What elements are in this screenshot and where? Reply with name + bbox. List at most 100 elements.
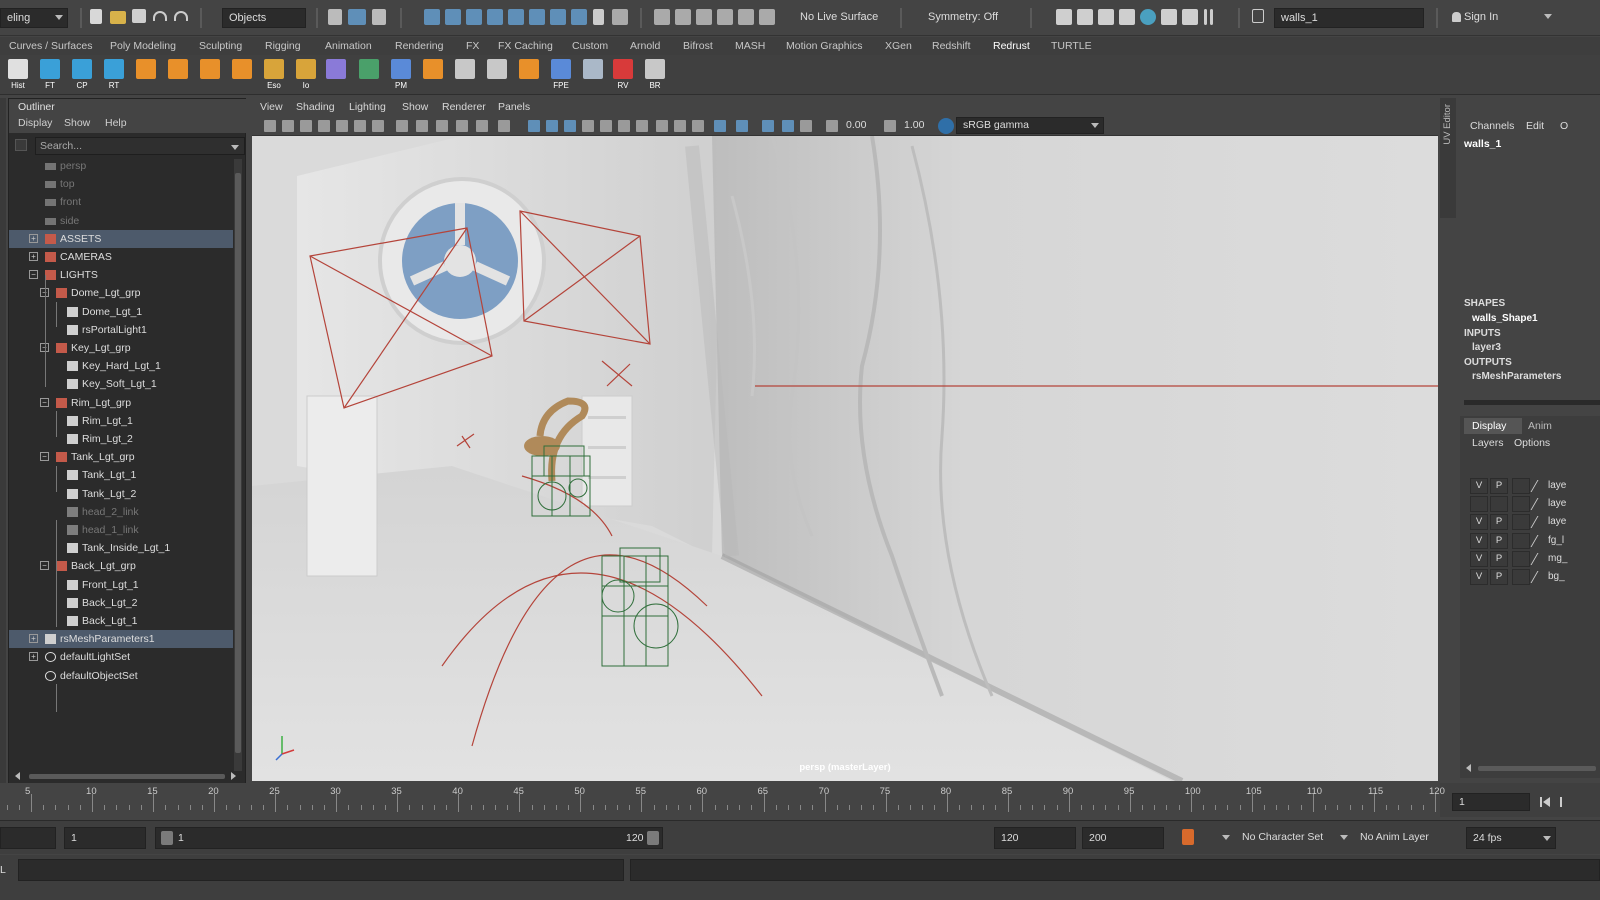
range-start-handle[interactable] bbox=[161, 831, 173, 845]
snap-edge-icon[interactable] bbox=[550, 9, 566, 25]
outliner-item[interactable]: Back_Lgt_2 bbox=[9, 594, 233, 612]
undo-icon[interactable] bbox=[153, 11, 167, 21]
layer-color-swatch[interactable] bbox=[1512, 514, 1530, 531]
render-settings-icon[interactable] bbox=[1056, 9, 1072, 25]
viewport-tool-icon[interactable] bbox=[264, 120, 276, 132]
viewport-tool-icon[interactable] bbox=[800, 120, 812, 132]
viewport-3d[interactable]: persp (masterLayer) bbox=[252, 136, 1438, 781]
outliner-item[interactable]: Key_Hard_Lgt_1 bbox=[9, 357, 233, 375]
render-setup-icon[interactable] bbox=[1161, 9, 1177, 25]
shelf-tab-custom[interactable]: Custom bbox=[572, 40, 608, 52]
collapse-icon[interactable]: − bbox=[40, 397, 49, 407]
outliner-menu-show[interactable]: Show bbox=[64, 117, 90, 129]
layer-visibility-toggle[interactable]: V bbox=[1470, 514, 1488, 531]
uv-editor-tab[interactable]: UV Editor bbox=[1440, 98, 1456, 218]
outliner-item[interactable]: + CAMERAS bbox=[9, 248, 233, 266]
shelf-button-rv[interactable]: RV bbox=[610, 57, 636, 91]
scroll-left-icon[interactable] bbox=[15, 772, 20, 780]
expand-icon[interactable]: + bbox=[29, 233, 38, 243]
viewport-tool-icon[interactable] bbox=[354, 120, 366, 132]
shelf-tab-animation[interactable]: Animation bbox=[325, 40, 372, 52]
viewport-tool-icon[interactable] bbox=[436, 120, 448, 132]
layer-color-swatch[interactable] bbox=[1512, 478, 1530, 494]
viewport-tool-icon[interactable] bbox=[372, 120, 384, 132]
layer-playback-toggle[interactable]: P bbox=[1490, 478, 1508, 494]
scrollbar-thumb[interactable] bbox=[1478, 766, 1596, 771]
layer-row[interactable]: V Pbg_ bbox=[1466, 569, 1600, 585]
construction-history-icon[interactable] bbox=[696, 9, 712, 25]
expand-icon[interactable]: + bbox=[29, 634, 38, 644]
scroll-right-icon[interactable] bbox=[231, 772, 236, 780]
layer-playback-toggle[interactable] bbox=[1490, 496, 1508, 513]
go-to-start-icon[interactable] bbox=[1540, 797, 1542, 807]
outliner-item[interactable]: Key_Soft_Lgt_1 bbox=[9, 375, 233, 393]
snap-point-icon[interactable] bbox=[466, 9, 482, 25]
outliner-item[interactable]: head_1_link bbox=[9, 521, 233, 539]
outliner-item[interactable]: − Rim_Lgt_grp bbox=[9, 394, 233, 412]
viewport-tool-icon[interactable] bbox=[528, 120, 540, 132]
select-object-icon[interactable] bbox=[348, 9, 366, 25]
outliner-item[interactable]: rsPortalLight1 bbox=[9, 321, 233, 339]
shelf-tab-xgen[interactable]: XGen bbox=[885, 40, 912, 52]
shelf-tab-bifrost[interactable]: Bifrost bbox=[683, 40, 713, 52]
panel-splitter[interactable] bbox=[1464, 400, 1600, 405]
layer-menu-layers[interactable]: Layers bbox=[1472, 437, 1504, 449]
input-ops-icon[interactable] bbox=[654, 9, 670, 25]
select-component-icon[interactable] bbox=[372, 9, 386, 25]
color-management-icon[interactable] bbox=[938, 118, 954, 134]
shelf-tab-poly-modeling[interactable]: Poly Modeling bbox=[110, 40, 176, 52]
symmetry-dropdown[interactable]: Symmetry: Off bbox=[922, 8, 1012, 28]
collapse-icon[interactable]: − bbox=[40, 452, 49, 462]
redo-icon[interactable] bbox=[174, 11, 188, 21]
outliner-item[interactable]: − Back_Lgt_grp bbox=[9, 557, 233, 575]
render-current-frame-icon[interactable] bbox=[1077, 9, 1093, 25]
outliner-item[interactable]: head_2_link bbox=[9, 503, 233, 521]
name-field[interactable]: walls_1 bbox=[1274, 8, 1424, 28]
color-space-dropdown[interactable]: sRGB gamma bbox=[956, 117, 1104, 134]
new-scene-icon[interactable] bbox=[90, 9, 102, 24]
outliner-vertical-scrollbar[interactable] bbox=[234, 159, 242, 771]
layer-visibility-toggle[interactable]: V bbox=[1470, 532, 1488, 549]
snap-view-plane-icon[interactable] bbox=[508, 9, 524, 25]
outliner-item[interactable]: defaultObjectSet bbox=[9, 667, 233, 685]
outliner-horizontal-scrollbar[interactable] bbox=[13, 771, 239, 781]
channel-menu-channels[interactable]: Channels bbox=[1470, 120, 1514, 132]
layer-row[interactable]: V Playe bbox=[1466, 514, 1600, 531]
outliner-item[interactable]: persp bbox=[9, 157, 233, 175]
input-node[interactable]: layer3 bbox=[1472, 342, 1501, 353]
viewport-tool-icon[interactable] bbox=[600, 120, 612, 132]
outliner-filter-icon[interactable] bbox=[15, 139, 27, 151]
select-hierarchy-icon[interactable] bbox=[328, 9, 342, 25]
selection-mask-dropdown[interactable]: Objects bbox=[222, 8, 306, 28]
exposure-field[interactable]: 0.00 bbox=[846, 119, 866, 131]
command-input[interactable] bbox=[18, 859, 624, 881]
shelf-tab-sculpting[interactable]: Sculpting bbox=[199, 40, 242, 52]
layer-color-swatch[interactable] bbox=[1512, 496, 1530, 513]
shelf-button-cube-grid[interactable] bbox=[165, 57, 191, 91]
outliner-item[interactable]: Tank_Lgt_1 bbox=[9, 466, 233, 484]
time-slider[interactable]: 5 10 15 20 25 30 35 40 45 50 55 60 65 70 75 80 85 90 95 100… bbox=[0, 783, 1445, 817]
outliner-item[interactable]: − Tank_Lgt_grp bbox=[9, 448, 233, 466]
layer-playback-toggle[interactable]: P bbox=[1490, 550, 1508, 567]
anim-start-field[interactable] bbox=[0, 827, 56, 849]
anim-layer-dropdown[interactable]: No Anim Layer bbox=[1360, 831, 1429, 843]
viewport-tool-icon[interactable] bbox=[656, 120, 668, 132]
shelf-button-sphere-grid[interactable] bbox=[133, 57, 159, 91]
scrollbar-thumb[interactable] bbox=[29, 774, 225, 779]
viewport-tool-icon[interactable] bbox=[282, 120, 294, 132]
viewport-menu-renderer[interactable]: Renderer bbox=[442, 101, 486, 113]
outliner-menu-help[interactable]: Help bbox=[105, 117, 127, 129]
channel-object-name[interactable]: walls_1 bbox=[1464, 138, 1501, 150]
layer-row[interactable]: V Pmg_ bbox=[1466, 550, 1600, 567]
scrollbar-thumb[interactable] bbox=[235, 173, 241, 753]
ipr-render-icon[interactable] bbox=[1098, 9, 1114, 25]
snap-curve-icon[interactable] bbox=[445, 9, 461, 25]
outliner-item[interactable]: + defaultLightSet bbox=[9, 648, 233, 666]
shelf-tab-fx[interactable]: FX bbox=[466, 40, 479, 52]
step-back-icon[interactable] bbox=[1560, 797, 1562, 807]
viewport-tool-icon[interactable] bbox=[884, 120, 896, 132]
viewport-menu-lighting[interactable]: Lighting bbox=[349, 101, 386, 113]
sign-in-button[interactable]: Sign In bbox=[1446, 8, 1556, 28]
outliner-item[interactable]: Front_Lgt_1 bbox=[9, 576, 233, 594]
light-editor-icon[interactable] bbox=[1182, 9, 1198, 25]
